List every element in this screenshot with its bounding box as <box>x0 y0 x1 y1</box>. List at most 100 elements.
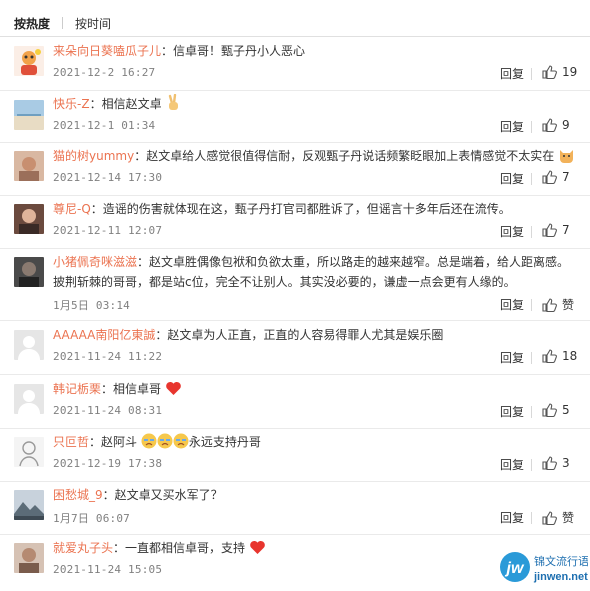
photo-avatar-2[interactable] <box>14 543 44 573</box>
comment-text-suffix: 永远支持丹哥 <box>188 435 261 449</box>
reply-button[interactable]: 回复 <box>500 296 524 313</box>
reply-button[interactable]: 回复 <box>500 65 524 82</box>
like-count: 19 <box>562 65 578 79</box>
like-count: 赞 <box>562 298 575 312</box>
timestamp: 2021-11-24 11:22 <box>53 350 163 363</box>
dark-photo-avatar[interactable] <box>14 257 44 287</box>
username[interactable]: 只叵哲 <box>53 435 89 449</box>
portrait-avatar[interactable] <box>14 204 44 234</box>
comment-text: ：相信赵文卓 <box>89 97 162 111</box>
comment-content: 困愁城_9：赵文卓又买水军了？ <box>53 485 570 505</box>
username[interactable]: 尊尼-Q <box>53 202 91 216</box>
like-button[interactable]: 7 <box>542 170 570 184</box>
reply-button[interactable]: 回复 <box>500 403 524 420</box>
reply-button[interactable]: 回复 <box>500 223 524 240</box>
username[interactable]: 猫的树yummy <box>53 149 134 163</box>
action-divider <box>531 68 532 80</box>
crying-face-emoji <box>173 433 189 449</box>
reply-button[interactable]: 回复 <box>500 456 524 473</box>
like-count: 3 <box>562 456 570 470</box>
crying-face-emoji <box>141 433 157 449</box>
thumbs-up-icon <box>542 118 557 132</box>
default-avatar[interactable] <box>14 330 44 360</box>
site-watermark: jw 锦文流行语 jinwen.net <box>498 549 589 585</box>
like-button[interactable]: 19 <box>542 65 577 79</box>
red-heart-emoji <box>250 540 265 554</box>
mountain-avatar[interactable] <box>14 490 44 520</box>
victory-hand-emoji <box>169 94 179 110</box>
comment-content: 尊尼-Q：造谣的伤害就体现在这，甄子丹打官司都胜诉了，但谣言十多年后还在流传。 <box>53 199 570 219</box>
default-avatar[interactable] <box>14 384 44 414</box>
like-button[interactable]: 7 <box>542 223 570 237</box>
like-button[interactable]: 18 <box>542 349 577 363</box>
comment-content: 猫的树yummy：赵文卓给人感觉很值得信耐，反观甄子丹说话频繁眨眼加上表情感觉不… <box>53 146 574 166</box>
action-divider <box>531 459 532 471</box>
comment-text: ：信卓哥！甄子丹小人恶心 <box>161 44 306 58</box>
username[interactable]: 韩记栃栗 <box>53 382 101 396</box>
like-button[interactable]: 5 <box>542 403 570 417</box>
like-button[interactable]: 9 <box>542 118 570 132</box>
action-divider <box>531 512 532 524</box>
watermark-logo: jw <box>505 560 525 577</box>
username[interactable]: 来朵向日葵嗑瓜子儿 <box>53 44 161 58</box>
reply-button[interactable]: 回复 <box>500 509 524 526</box>
beach-avatar[interactable] <box>14 100 44 130</box>
like-button[interactable]: 赞 <box>542 296 574 313</box>
reply-button[interactable]: 回复 <box>500 118 524 135</box>
comment-content: 小猪佩奇咪滋滋：赵文卓胜偶像包袱和负欲太重，所以路走的越来越窄。总是端着，给人距… <box>53 252 572 292</box>
comment-item: 尊尼-Q：造谣的伤害就体现在这，甄子丹打官司都胜诉了，但谣言十多年后还在流传。 … <box>0 195 590 248</box>
thumbs-up-icon <box>542 170 557 184</box>
comment-item: 困愁城_9：赵文卓又买水军了？ 1月7日 06:07 回复 赞 <box>0 481 590 534</box>
comment-text: ：赵文卓给人感觉很值得信耐，反观甄子丹说话频繁眨眼加上表情感觉不太实在 <box>134 149 555 163</box>
comment-text: ：造谣的伤害就体现在这，甄子丹打官司都胜诉了，但谣言十多年后还在流传。 <box>90 202 511 216</box>
comment-item: 猫的树yummy：赵文卓给人感觉很值得信耐，反观甄子丹说话频繁眨眼加上表情感觉不… <box>0 142 590 195</box>
comment-item: AAAAA南阳亿東誠：赵文卓为人正直，正直的人容易得罪人尤其是娱乐圈 2021-… <box>0 320 590 374</box>
comment-text: ：一直都相信卓哥，支持 <box>113 541 246 555</box>
timestamp: 1月7日 06:07 <box>53 512 130 525</box>
watermark-title: 锦文流行语 <box>534 554 588 568</box>
timestamp: 2021-12-14 17:30 <box>53 171 163 184</box>
cartoon-avatar[interactable] <box>14 46 44 76</box>
username[interactable]: 困愁城_9 <box>53 488 103 502</box>
timestamp: 2021-12-11 12:07 <box>53 224 163 237</box>
sketch-avatar[interactable] <box>14 437 44 467</box>
thumbs-up-icon <box>542 403 557 417</box>
red-heart-emoji <box>166 381 181 395</box>
comment-content: 来朵向日葵嗑瓜子儿：信卓哥！甄子丹小人恶心 <box>53 41 570 61</box>
comment-content: 就爱丸子头：一直都相信卓哥，支持 <box>53 538 570 558</box>
crying-face-emoji <box>157 433 173 449</box>
action-divider <box>531 226 532 238</box>
comment-item: 快乐-Z：相信赵文卓 2021-12-1 01:34 回复 9 <box>0 90 590 142</box>
username[interactable]: 就爱丸子头 <box>53 541 113 555</box>
timestamp: 2021-12-2 16:27 <box>53 66 156 79</box>
comment-item: 韩记栃栗：相信卓哥 2021-11-24 08:31 回复 5 <box>0 374 590 428</box>
timestamp: 2021-12-19 17:38 <box>53 457 163 470</box>
like-count: 7 <box>562 223 570 237</box>
tab-by-popularity[interactable]: 按热度 <box>14 15 50 32</box>
watermark-url: jinwen.net <box>533 571 588 583</box>
username[interactable]: 小猪佩奇咪滋滋 <box>53 255 137 269</box>
like-button[interactable]: 3 <box>542 456 570 470</box>
action-divider <box>531 352 532 364</box>
comment-item: 只叵哲：赵阿斗 永远支持丹哥 2021-12-19 17:38 回复 3 <box>0 428 590 481</box>
action-divider <box>531 299 532 311</box>
like-button[interactable]: 赞 <box>542 509 574 526</box>
username[interactable]: AAAAA南阳亿東誠 <box>53 328 155 342</box>
tab-by-time[interactable]: 按时间 <box>75 15 111 32</box>
reply-button[interactable]: 回复 <box>500 349 524 366</box>
comment-text: ：赵文卓为人正直，正直的人容易得罪人尤其是娱乐圈 <box>155 328 444 342</box>
like-count: 赞 <box>562 511 575 525</box>
thumbs-up-icon <box>542 65 557 79</box>
thumbs-up-icon <box>542 223 557 237</box>
like-count: 5 <box>562 403 570 417</box>
comment-content: AAAAA南阳亿東誠：赵文卓为人正直，正直的人容易得罪人尤其是娱乐圈 <box>53 325 570 345</box>
comment-item: 小猪佩奇咪滋滋：赵文卓胜偶像包袱和负欲太重，所以路走的越来越窄。总是端着，给人距… <box>0 248 590 320</box>
like-count: 7 <box>562 170 570 184</box>
action-divider <box>531 121 532 133</box>
reply-button[interactable]: 回复 <box>500 170 524 187</box>
comment-content: 只叵哲：赵阿斗 永远支持丹哥 <box>53 432 570 452</box>
photo-avatar[interactable] <box>14 151 44 181</box>
username[interactable]: 快乐-Z <box>53 97 90 111</box>
like-count: 18 <box>562 349 578 363</box>
timestamp: 2021-11-24 15:05 <box>53 563 163 576</box>
